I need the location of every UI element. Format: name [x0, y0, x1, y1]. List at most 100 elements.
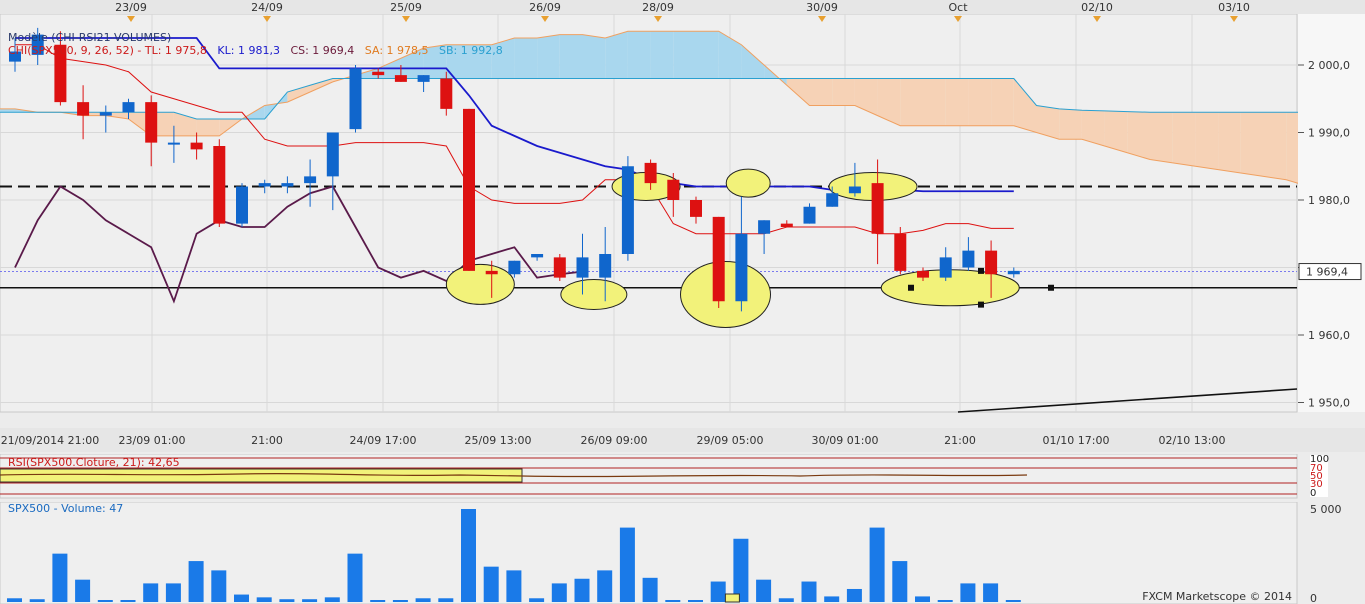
kumo-segment: [1172, 112, 1196, 167]
volume-bar: [234, 594, 249, 602]
current-price-label: 1 969,4: [1306, 266, 1348, 279]
selection-handle: [908, 284, 914, 291]
volume-bar: [415, 598, 431, 602]
kumo-segment: [991, 78, 1014, 126]
footer-copyright: FXCM Marketscope © 2014: [1142, 590, 1292, 603]
price-chart[interactable]: 23/09 24/09 25/09 26/09 28/09 30/09 Oct 02/10 03…: [0, 0, 1365, 452]
legend-senkou-b: SB: 1 992,8: [439, 44, 503, 57]
candle-body: [77, 102, 90, 116]
highlight-ellipse: [725, 168, 771, 198]
bottom-axis-label: 25/09 13:00: [465, 434, 532, 447]
price-axis-label: 1 950,0: [1308, 397, 1350, 410]
volume-tick-5000: 5 000: [1310, 503, 1342, 516]
kumo-segment: [832, 78, 855, 106]
candle-body: [826, 193, 839, 207]
volume-bar: [483, 566, 499, 602]
price-axis-bg: [1298, 14, 1365, 412]
volume-bar: [438, 598, 454, 602]
legend-model-text: Modèle (CHI-RSI21-VOLUMES): [8, 31, 172, 44]
legend-kijun: KL: 1 981,3: [217, 44, 280, 57]
candle-body: [372, 71, 385, 76]
kumo-segment: [559, 34, 583, 79]
candle-body: [962, 250, 975, 268]
legend-senkou-a: SA: 1 978,5: [364, 44, 429, 57]
volume-bar: [937, 600, 953, 602]
candle-body: [667, 179, 680, 200]
candle-body: [735, 233, 748, 302]
volume-bar: [1005, 600, 1021, 602]
bottom-axis-label: 02/10 13:00: [1159, 434, 1226, 447]
volume-bar: [642, 577, 658, 602]
candle-body: [553, 257, 566, 278]
legend-tenkan: CHI(SPX500, 9, 26, 52) - TL: 1 975,8: [8, 44, 207, 57]
kumo-segment: [1127, 111, 1150, 160]
volume-bar: [143, 583, 159, 602]
volume-bar: [551, 583, 567, 602]
top-axis-label: 24/09: [251, 1, 283, 14]
highlight-ellipse: [560, 279, 628, 310]
selection-handle: [978, 267, 984, 274]
candle-body: [258, 183, 271, 187]
kumo-segment: [809, 78, 833, 106]
volume-bar: [506, 570, 522, 602]
volume-bar: [665, 600, 681, 602]
candle-body: [236, 186, 248, 224]
volume-bar: [756, 579, 772, 602]
volume-bar: [347, 553, 363, 602]
bottom-axis-label: 30/09 01:00: [812, 434, 879, 447]
candle-body: [440, 78, 453, 109]
selection-handle: [978, 301, 984, 308]
price-axis-label: 1 980,0: [1308, 194, 1350, 207]
kumo-segment: [968, 78, 992, 126]
price-axis-label: 2 000,0: [1308, 59, 1350, 72]
volume-bar: [75, 579, 91, 602]
candle-body: [213, 146, 226, 224]
volume-title: SPX500 - Volume: 47: [8, 502, 123, 515]
candle-body: [848, 186, 861, 194]
bottom-axis-label: 21:00: [944, 434, 976, 447]
candle-body: [394, 75, 407, 82]
chart-legend: Modèle (CHI-RSI21-VOLUMES) CHI(SPX500, 9…: [8, 31, 503, 57]
kumo-segment: [945, 78, 969, 126]
candle-body: [531, 254, 544, 258]
volume-bar: [461, 509, 476, 602]
top-axis-label: Oct: [948, 1, 968, 14]
top-axis-label: 26/09: [529, 1, 561, 14]
candle-body: [463, 108, 475, 271]
kumo-segment: [582, 34, 606, 79]
kumo-segment: [900, 78, 923, 126]
volume-bar: [710, 581, 726, 602]
kumo-segment: [196, 119, 220, 136]
candle-body: [894, 233, 907, 271]
volume-bar: [824, 596, 840, 602]
volume-bar: [869, 527, 885, 602]
volume-bar: [7, 598, 22, 602]
candle-body: [145, 102, 158, 143]
volume-bar: [279, 599, 295, 602]
volume-bar: [983, 583, 999, 602]
candle-body: [871, 183, 884, 234]
kumo-segment: [1240, 112, 1264, 177]
kumo-segment: [0, 108, 15, 113]
highlight-ellipse: [680, 261, 772, 328]
rsi-panel[interactable]: RSI(SPX500.Cloture, 21): 42,65 100 70 50…: [0, 454, 1365, 500]
volume-bar: [529, 598, 545, 602]
volume-tick-0: 0: [1310, 592, 1317, 604]
volume-bar: [370, 600, 386, 602]
kumo-segment: [1195, 112, 1219, 170]
volume-panel[interactable]: SPX500 - Volume: 47 5 000 0 FXCM Markets…: [0, 502, 1365, 604]
candle-body: [985, 250, 998, 275]
kumo-segment: [696, 31, 719, 79]
candle-body: [780, 223, 793, 227]
kumo-segment: [1104, 110, 1128, 153]
rsi-tick-0: 0: [1310, 488, 1316, 499]
volume-bar: [52, 553, 68, 602]
candle-body: [122, 102, 135, 113]
volume-bar: [392, 600, 408, 602]
volume-bar: [29, 599, 45, 602]
candle-body: [281, 183, 294, 187]
bottom-axis-label: 01/10 17:00: [1043, 434, 1110, 447]
candle-body: [644, 162, 657, 184]
selection-handle: [1048, 284, 1054, 291]
top-axis-label: 23/09: [115, 1, 147, 14]
